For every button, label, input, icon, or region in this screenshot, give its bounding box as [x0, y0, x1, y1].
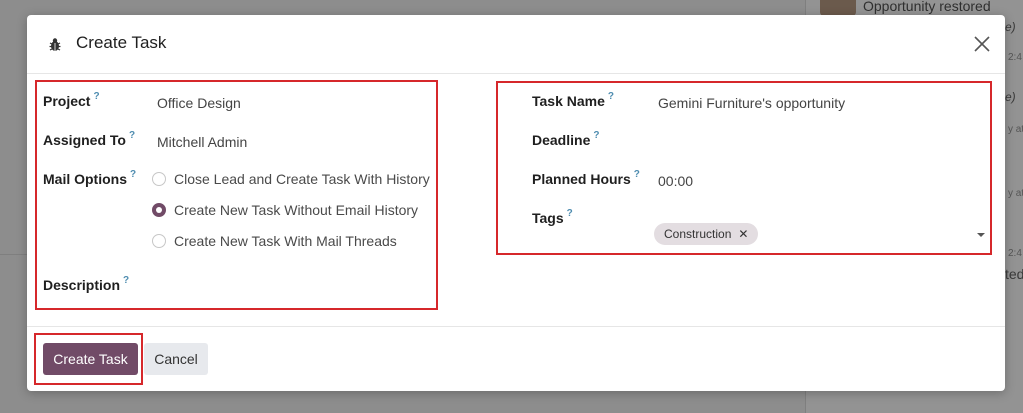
chatter-notification: Opportunity restored: [863, 0, 991, 14]
tags-label: Tags?: [532, 208, 573, 226]
help-tooltip-icon[interactable]: ?: [130, 169, 136, 180]
create-task-button[interactable]: Create Task: [43, 343, 138, 375]
chatter-fragment: e): [1005, 20, 1016, 34]
help-tooltip-icon[interactable]: ?: [593, 130, 599, 141]
project-label: Project?: [43, 91, 100, 109]
deadline-label: Deadline?: [532, 130, 600, 148]
help-tooltip-icon[interactable]: ?: [634, 169, 640, 180]
radio-button-selected[interactable]: [152, 203, 166, 217]
help-tooltip-icon[interactable]: ?: [608, 91, 614, 102]
tag-label: Construction: [664, 227, 732, 241]
cancel-button[interactable]: Cancel: [144, 343, 208, 375]
description-field[interactable]: [157, 277, 427, 297]
highlight-box-left-fields: [35, 80, 438, 310]
radio-button[interactable]: [152, 172, 166, 186]
help-tooltip-icon[interactable]: ?: [129, 130, 135, 141]
tag-construction: Construction ✕: [654, 223, 759, 245]
deadline-field[interactable]: [658, 134, 958, 154]
dialog-title: Create Task: [76, 33, 167, 52]
create-task-dialog: Create Task Project? Office Design Assig…: [27, 15, 1005, 391]
help-tooltip-icon[interactable]: ?: [93, 91, 99, 102]
dialog-body: Project? Office Design Assigned To? Mitc…: [27, 75, 1005, 326]
chatter-fragment: 2:4: [1008, 52, 1022, 63]
dialog-footer: Create Task Cancel: [27, 326, 1005, 391]
planned-hours-label: Planned Hours?: [532, 169, 640, 187]
chevron-down-icon[interactable]: [977, 233, 985, 237]
help-tooltip-icon[interactable]: ?: [567, 208, 573, 219]
project-field[interactable]: Office Design: [157, 95, 241, 111]
description-label: Description?: [43, 275, 130, 293]
assigned-to-label: Assigned To?: [43, 130, 136, 148]
task-name-label: Task Name?: [532, 91, 615, 109]
planned-hours-field[interactable]: 00:00: [658, 173, 693, 189]
avatar: [820, 0, 856, 16]
chatter-fragment: e): [1005, 90, 1016, 104]
radio-button[interactable]: [152, 234, 166, 248]
mail-option-with-threads[interactable]: Create New Task With Mail Threads: [152, 233, 397, 249]
help-tooltip-icon[interactable]: ?: [123, 275, 129, 286]
bug-icon: [49, 38, 61, 51]
remove-tag-icon[interactable]: ✕: [738, 227, 748, 241]
chatter-fragment: 2:4: [1008, 248, 1022, 259]
mail-options-label: Mail Options?: [43, 169, 137, 187]
close-icon[interactable]: [971, 33, 993, 55]
assigned-to-field[interactable]: Mitchell Admin: [157, 134, 247, 150]
mail-option-close-lead[interactable]: Close Lead and Create Task With History: [152, 171, 430, 187]
chatter-fragment: ted: [1005, 266, 1023, 282]
chatter-fragment: y at: [1008, 188, 1023, 199]
chatter-fragment: y at: [1008, 124, 1023, 135]
task-name-field[interactable]: Gemini Furniture's opportunity: [658, 95, 845, 111]
dialog-header: Create Task: [27, 15, 1005, 74]
mail-option-without-history[interactable]: Create New Task Without Email History: [152, 202, 418, 218]
